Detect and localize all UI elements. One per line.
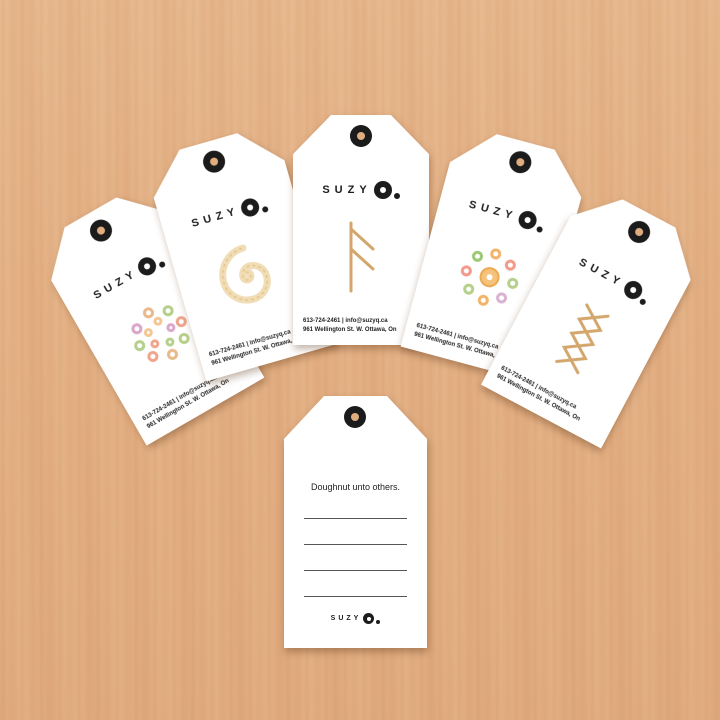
tag-hole [350,125,372,147]
logo-dot-icon [638,298,646,306]
tag-hole [200,148,227,175]
logo-circle-icon [239,196,261,218]
brand-name: SUZY [322,184,372,196]
tag-hole [344,406,366,428]
tag-hole [507,149,534,176]
logo-dot-icon [158,261,166,269]
tag-hole [624,217,654,247]
brand-name: SUZY [576,256,627,290]
tag-hole [86,216,116,246]
f-rune-sticks-artwork [349,221,375,293]
gift-tag-3: SUZY 613-724-2461 | info@suzyq.ca 961 We… [293,115,429,345]
tagline: Doughnut unto others. [310,482,401,492]
brand-name: SUZY [190,204,241,230]
brand-logo: SUZY [438,188,574,241]
logo-dot-icon [261,206,268,213]
logo-dot-icon [393,193,400,199]
brand-logo: SUZY [293,181,429,199]
logo-dot-icon [536,226,543,233]
writing-line-1 [304,518,407,519]
tag-card: SUZY 613-724-2461 | info@suzyq.ca 961 We… [293,115,429,345]
brand-name: SUZY [91,266,141,302]
brand-logo: SUZY [284,613,427,624]
zigzag-sticks-artwork [529,283,637,391]
logo-circle-icon [516,209,538,231]
logo-circle-icon [373,181,392,199]
spiral-pasta-artwork [197,227,296,326]
logo-dot-icon [376,620,381,624]
writing-line-2 [304,544,407,545]
writing-line-3 [304,570,407,571]
brand-name: SUZY [330,615,362,622]
brand-logo: SUZY [161,186,297,241]
writing-line-4 [304,596,407,597]
gift-tag-back: Doughnut unto others. SUZY [284,396,427,648]
logo-circle-icon [363,613,375,624]
tag-card: Doughnut unto others. SUZY [284,396,427,648]
brand-name: SUZY [467,198,519,223]
